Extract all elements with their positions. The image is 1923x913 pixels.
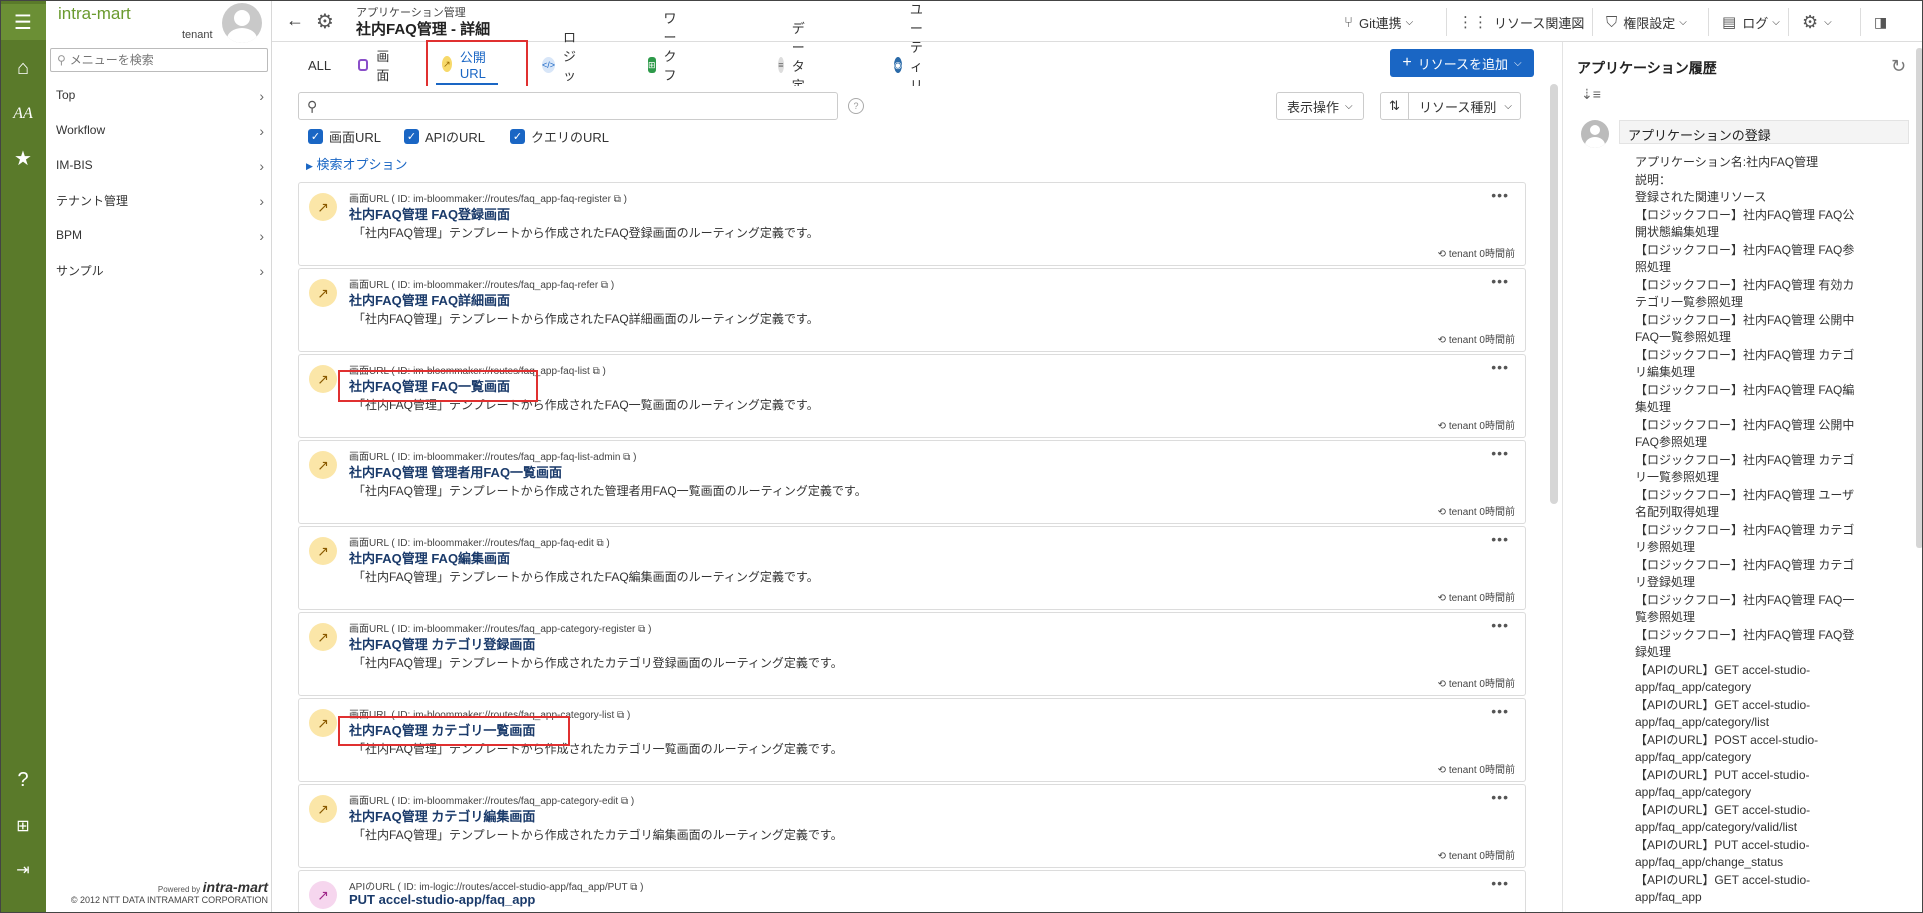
window-frame bbox=[0, 0, 1923, 913]
